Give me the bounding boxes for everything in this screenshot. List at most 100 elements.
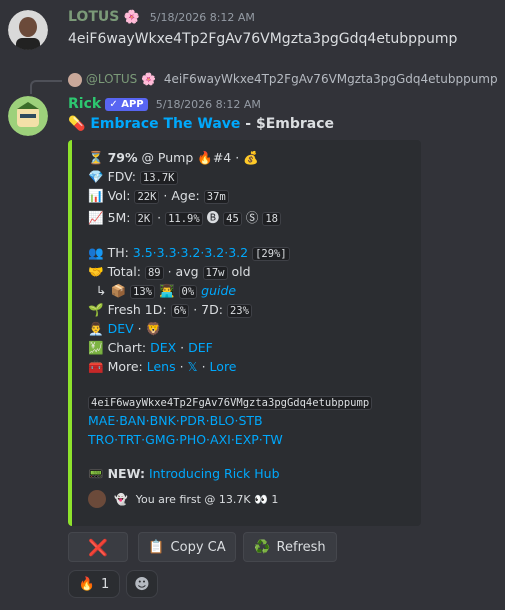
chart-icon: 💹 (88, 340, 104, 355)
recycle-icon: ♻️ (254, 539, 271, 555)
copy-ca-button[interactable]: 📋 Copy CA (138, 532, 236, 562)
lion-icon: · 🦁 (133, 321, 162, 336)
refresh-button[interactable]: ♻️ Refresh (243, 532, 337, 562)
fdv-value: 13.7K (139, 171, 178, 185)
exchange-links-2[interactable]: TRO·TRT·GMG·PHO·AXI·EXP·TW (88, 432, 283, 447)
rick-hub-link[interactable]: Introducing Rick Hub (149, 466, 280, 481)
embed-line-chart: 💹 Chart: DEX · DEF (88, 340, 213, 355)
embed-line-fdv: 💎 FDV: 13.7K (88, 169, 178, 185)
reply-content: 4eiF6wayWkxe4Tp2FgAv76VMgzta3pgGdq4etubp… (163, 72, 498, 86)
close-button[interactable]: ❌ (68, 532, 128, 562)
embed-line-more: 🧰 More: Lens · 𝕏 · Lore (88, 359, 237, 374)
box-icon: ↳ 📦 (96, 283, 127, 298)
embed-line-5m: 📈 5M: 2K · 11.9% 🅑 45 Ⓢ 18 (88, 207, 281, 226)
msg1-content: 4eiF6wayWkxe4Tp2FgAv76VMgzta3pgGdq4etubp… (68, 31, 458, 47)
lotus-avatar[interactable] (8, 10, 48, 50)
token-embed: ⏳ 79% @ Pump 🔥#4 · 💰 💎 FDV: 13.7K 📊 Vol:… (68, 140, 421, 526)
sub-value-1: 13% (130, 285, 155, 299)
th-percent: [29%] (252, 247, 290, 261)
embed-footer: 👻 You are first @ 13.7K 👀 1 (88, 490, 278, 508)
embed-line-sub: ↳ 📦 13% 👨‍💻 0% guide (96, 283, 236, 299)
x-link[interactable]: 𝕏 (188, 359, 198, 374)
app-badge: ✓ APP (105, 98, 148, 111)
reply-connector (30, 80, 62, 94)
handshake-icon: 🤝 (88, 264, 104, 279)
fresh-label: Fresh 1D: (107, 302, 167, 317)
bonding-percent: 79% (107, 150, 138, 165)
msg2-header: Rick ✓ APP 5/18/2026 8:12 AM (68, 96, 261, 112)
diamond-icon: 💎 (88, 169, 104, 184)
old-label: old (231, 264, 251, 279)
m5-buys: 45 (223, 212, 242, 226)
fresh-7d-label: · 7D: (193, 302, 223, 317)
def-link[interactable]: DEF (188, 340, 213, 355)
fire-reaction[interactable]: 🔥 1 (68, 570, 120, 598)
embed-line-fresh: 🌱 Fresh 1D: 6% · 7D: 23% (88, 302, 252, 318)
fire-reaction-count: 1 (100, 576, 110, 592)
ghost-icon: 👻 (114, 492, 128, 506)
pager-icon: 📟 (88, 466, 104, 481)
people-icon: 👥 (88, 245, 104, 260)
fdv-label: FDV: (107, 169, 136, 184)
exchange-links-1[interactable]: MAE·BAN·BNK·PDR·BLO·STB (88, 413, 263, 428)
footer-avatar (88, 490, 106, 508)
m5-sells: 18 (262, 212, 281, 226)
age-value: 37m (203, 190, 229, 204)
sell-icon: Ⓢ (245, 210, 259, 225)
add-reaction-icon: ☻ (134, 575, 150, 593)
token-name-link[interactable]: Embrace The Wave (90, 116, 240, 132)
lens-link[interactable]: Lens (147, 359, 176, 374)
cherry-blossom-icon: 🌸 (123, 10, 140, 25)
refresh-label: Refresh (276, 539, 326, 555)
msg2-timestamp: 5/18/2026 8:12 AM (155, 98, 261, 111)
embed-line-vol: 📊 Vol: 22K · Age: 37m (88, 188, 229, 204)
add-reaction-button[interactable]: ☻ (126, 570, 158, 598)
contract-address[interactable]: 4eiF6wayWkxe4Tp2FgAv76VMgzta3pgGdq4etubp… (88, 396, 373, 410)
pump-rank: @ Pump 🔥#4 · 💰 (137, 150, 259, 165)
technologist-icon: 👨‍💻 (158, 283, 175, 298)
m5-volume: 2K (134, 212, 154, 226)
dev-icon: 👨‍💼 (88, 321, 104, 336)
more-label: More: (107, 359, 143, 374)
copy-ca-label: Copy CA (170, 539, 226, 555)
top-holders-links[interactable]: 3.5·3.3·3.2·3.2·3.2 (133, 245, 248, 260)
clipboard-icon: 📋 (148, 539, 165, 555)
total-value: 89 (144, 266, 164, 280)
m5-change: 11.9% (165, 212, 203, 226)
total-label: Total: (107, 264, 141, 279)
hourglass-icon: ⏳ (88, 150, 104, 165)
buy-icon: 🅑 (206, 210, 220, 225)
footer-text: You are first @ 13.7K 👀 1 (135, 492, 279, 506)
chart-up-icon: 📈 (88, 210, 104, 225)
embed-line-ca: 4eiF6wayWkxe4Tp2FgAv76VMgzta3pgGdq4etubp… (88, 394, 373, 410)
age-label: · Age: (163, 188, 200, 203)
pill-icon: 💊 (68, 116, 86, 132)
dev-link[interactable]: DEV (108, 321, 134, 336)
fresh-7d-value: 23% (226, 304, 252, 318)
m5-label: 5M: (107, 210, 131, 225)
lore-link[interactable]: Lore (210, 359, 237, 374)
msg1-timestamp: 5/18/2026 8:12 AM (149, 11, 255, 24)
rick-avatar[interactable] (8, 96, 48, 136)
new-label: NEW: (107, 466, 145, 481)
sub-value-2: 0% (178, 285, 198, 299)
fire-icon: 🔥 (78, 576, 95, 592)
guide-link[interactable]: guide (201, 283, 236, 298)
reply-preview[interactable]: @LOTUS 🌸 4eiF6wayWkxe4Tp2FgAv76VMgzta3pg… (68, 72, 498, 87)
rick-username[interactable]: Rick (68, 96, 101, 112)
embed-line-th: 👥 TH: 3.5·3.3·3.2·3.2·3.2 [29%] (88, 245, 290, 261)
avg-label: · avg (167, 264, 199, 279)
lotus-avatar-image (8, 10, 48, 50)
msg2-title: 💊 Embrace The Wave - $Embrace (68, 116, 334, 132)
avg-value: 17w (202, 266, 228, 280)
lotus-username[interactable]: LOTUS (68, 9, 119, 25)
dex-link[interactable]: DEX (150, 340, 176, 355)
embed-line-total: 🤝 Total: 89 · avg 17w old (88, 264, 251, 280)
bar-chart-icon: 📊 (88, 188, 104, 203)
fresh-1d-value: 6% (170, 304, 190, 318)
vol-value: 22K (134, 190, 160, 204)
reply-avatar (68, 72, 82, 87)
embed-line-dev: 👨‍💼 DEV · 🦁 (88, 321, 161, 337)
seedling-icon: 🌱 (88, 302, 104, 317)
chart-label: Chart: (107, 340, 147, 355)
